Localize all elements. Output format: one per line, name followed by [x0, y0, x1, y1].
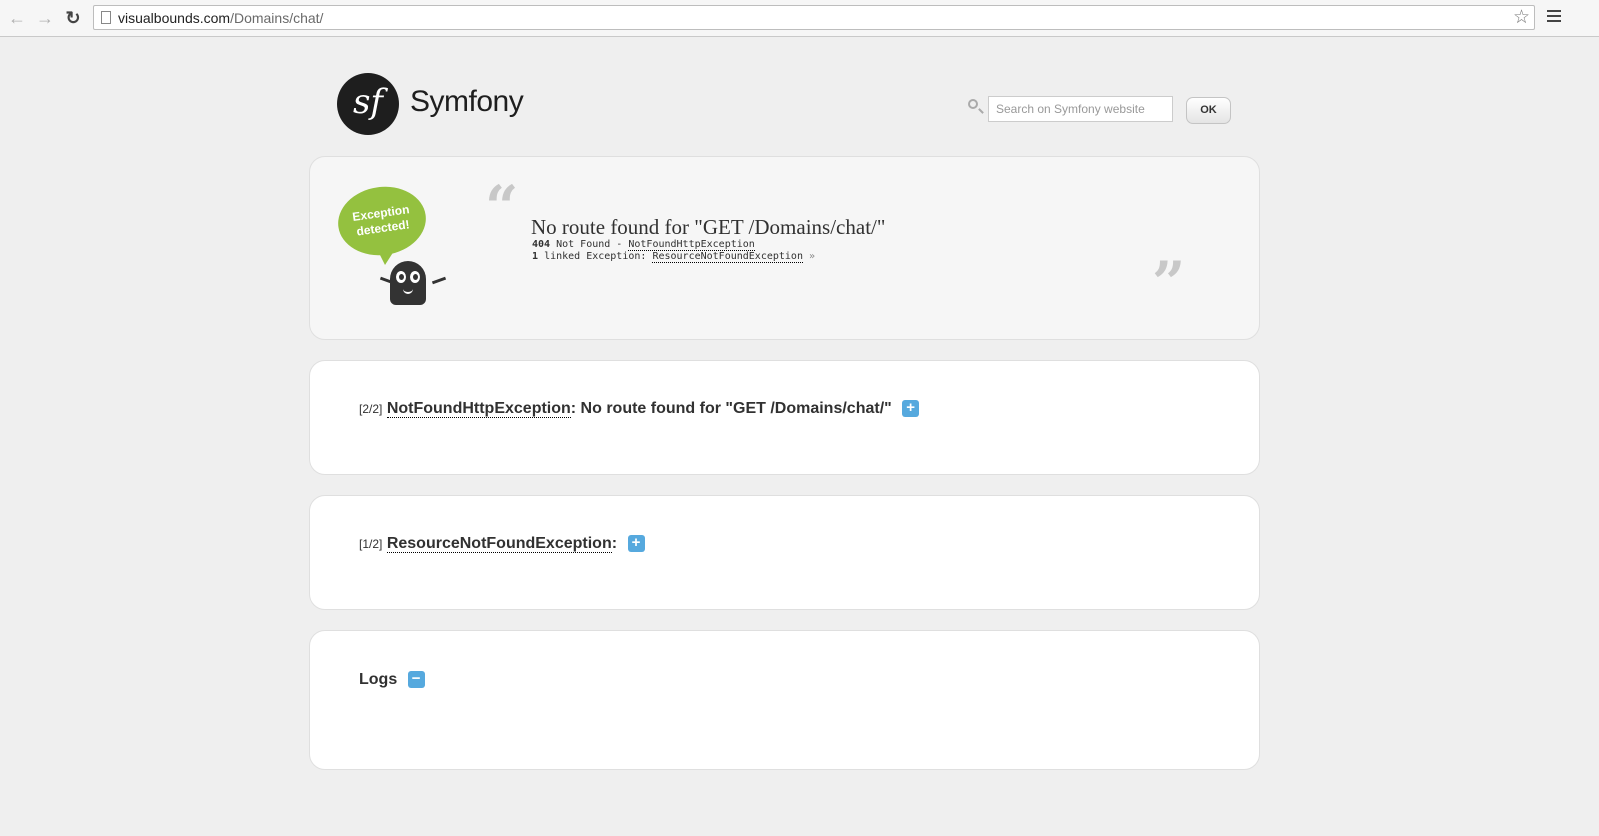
- search-input[interactable]: Search on Symfony website: [988, 96, 1173, 122]
- expand-toggle-button[interactable]: +: [627, 535, 645, 553]
- linked-label: linked Exception:: [544, 251, 647, 262]
- exception-message: :: [611, 535, 618, 552]
- url-text: visualbounds.com/Domains/chat/: [118, 10, 323, 26]
- exception-block: [1/2] ResourceNotFoundException: +: [309, 495, 1260, 610]
- forward-arrow-icon[interactable]: →: [34, 7, 56, 29]
- symfony-logo-mark: sf: [337, 73, 399, 135]
- logs-title: Logs: [359, 671, 398, 688]
- reload-icon[interactable]: ↻: [62, 7, 84, 29]
- browser-menu-icon[interactable]: [1547, 10, 1561, 25]
- exception-class-name[interactable]: ResourceNotFoundException: [386, 535, 612, 553]
- linked-exception-line: 1 linked Exception: ResourceNotFoundExce…: [532, 251, 815, 263]
- exception-class-link[interactable]: NotFoundHttpException: [628, 239, 755, 251]
- linked-exception-link[interactable]: ResourceNotFoundException: [652, 251, 803, 263]
- logs-block: Logs −: [309, 630, 1260, 770]
- search-ok-button[interactable]: OK: [1186, 97, 1231, 124]
- address-bar[interactable]: visualbounds.com/Domains/chat/ ☆: [93, 5, 1535, 30]
- browser-toolbar: ← → ↻ visualbounds.com/Domains/chat/ ☆: [0, 0, 1599, 37]
- symfony-logo-text: Symfony: [410, 85, 524, 118]
- back-arrow-icon[interactable]: ←: [6, 7, 28, 29]
- ghost-right-arm: [431, 276, 447, 285]
- linked-more-link[interactable]: »: [809, 251, 815, 262]
- bubble-tail: [378, 251, 394, 265]
- exception-block-title: [2/2] NotFoundHttpException: No route fo…: [359, 400, 920, 418]
- status-code: 404: [532, 239, 551, 250]
- search-icon: [968, 99, 978, 109]
- exception-block: [2/2] NotFoundHttpException: No route fo…: [309, 360, 1260, 475]
- logs-title-row: Logs −: [359, 671, 425, 689]
- exception-block-title: [1/2] ResourceNotFoundException: +: [359, 535, 645, 553]
- url-path: /Domains/chat/: [230, 10, 324, 26]
- bubble-text: Exception detected!: [351, 202, 411, 239]
- exception-title: No route found for "GET /Domains/chat/": [531, 215, 886, 239]
- status-line: 404 Not Found - NotFoundHttpException: [532, 239, 755, 251]
- exception-message: : No route found for "GET /Domains/chat/…: [570, 400, 892, 417]
- exception-detected-bubble: Exception detected!: [333, 181, 431, 261]
- bookmark-star-icon[interactable]: ☆: [1513, 7, 1530, 29]
- exception-class-name[interactable]: NotFoundHttpException: [386, 400, 571, 418]
- ghost-mascot-icon: [390, 261, 426, 305]
- close-quote-icon: ”: [1152, 249, 1186, 317]
- expand-toggle-button[interactable]: +: [902, 400, 920, 418]
- linked-count: 1: [532, 251, 539, 262]
- status-text: Not Found -: [556, 239, 623, 250]
- open-quote-icon: “: [485, 173, 519, 241]
- exception-summary: Exception detected! “ No route found for…: [309, 156, 1260, 340]
- exception-counter: [2/2]: [359, 402, 383, 416]
- url-host: visualbounds.com: [118, 10, 231, 26]
- exception-counter: [1/2]: [359, 537, 383, 551]
- page-icon: [101, 11, 111, 24]
- collapse-toggle-button[interactable]: −: [407, 671, 425, 689]
